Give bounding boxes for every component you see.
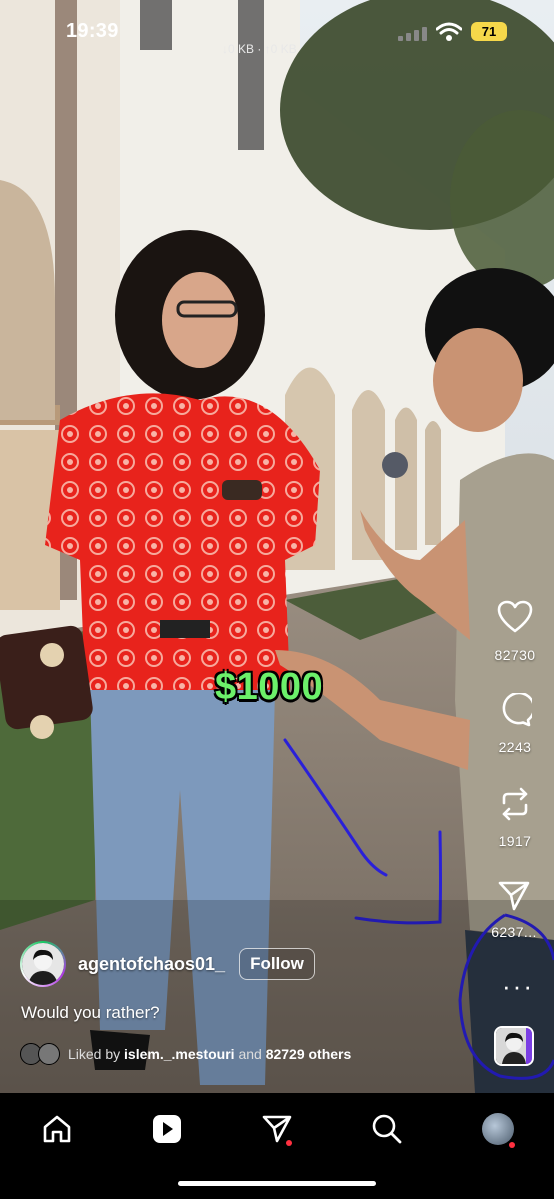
liked-by-others[interactable]: 82729 others: [266, 1046, 352, 1062]
video-overlay-text: $1000: [215, 666, 324, 708]
reels-icon: [153, 1115, 181, 1143]
like-count: 82730: [494, 647, 536, 663]
audio-avatar-icon: [496, 1028, 532, 1064]
post-author: agentofchaos01_ Follow: [20, 941, 315, 987]
share-button[interactable]: 6237...: [484, 880, 544, 940]
liked-by-and: and: [238, 1046, 262, 1062]
tab-home[interactable]: [37, 1109, 77, 1149]
tab-search[interactable]: [367, 1109, 407, 1149]
home-icon: [43, 1115, 71, 1143]
liked-by-row[interactable]: Liked by islem._.mestouri and 82729 othe…: [20, 1043, 351, 1065]
repost-count: 1917: [498, 833, 532, 849]
comment-button[interactable]: 2243: [485, 693, 545, 755]
liked-by-user[interactable]: islem._.mestouri: [124, 1046, 235, 1062]
profile-avatar: [482, 1113, 514, 1145]
tab-profile[interactable]: [478, 1109, 518, 1149]
post-caption[interactable]: Would you rather?: [21, 1003, 160, 1023]
author-avatar-icon: [22, 943, 64, 985]
liked-by-prefix: Liked by: [68, 1046, 121, 1062]
messages-notification-dot: [286, 1140, 292, 1146]
original-audio-thumbnail[interactable]: [494, 1026, 534, 1066]
author-username[interactable]: agentofchaos01_: [78, 954, 225, 975]
cellular-signal-icon: [398, 27, 427, 41]
home-indicator: [178, 1181, 376, 1186]
like-button[interactable]: 82730: [485, 600, 545, 663]
author-avatar[interactable]: [20, 941, 66, 987]
wifi-icon: [436, 22, 462, 41]
network-speed: ↓0 KB · ↑0 KB: [222, 42, 297, 56]
more-options-icon[interactable]: ···: [502, 973, 534, 999]
tab-reels[interactable]: [147, 1109, 187, 1149]
profile-notification-dot: [509, 1142, 515, 1148]
send-icon: [498, 881, 530, 911]
video-frame: [0, 0, 554, 1093]
status-time: 19:39: [66, 20, 119, 42]
repost-button[interactable]: 1917: [485, 786, 545, 849]
liker-avatar: [38, 1043, 60, 1065]
liker-avatars: [20, 1043, 60, 1065]
reel-video[interactable]: 19:39 ↓0 KB · ↑0 KB 71 $1000 82730 2243: [0, 0, 554, 1093]
repost-icon: [502, 787, 528, 821]
tab-messages[interactable]: [257, 1109, 297, 1149]
status-bar: 19:39 ↓0 KB · ↑0 KB 71: [0, 0, 554, 64]
follow-button[interactable]: Follow: [239, 948, 315, 980]
comment-count: 2243: [498, 739, 532, 755]
heart-icon: [497, 600, 533, 633]
search-icon: [372, 1114, 402, 1144]
comment-icon: [502, 693, 532, 727]
share-count: 6237...: [491, 924, 537, 940]
battery-indicator: 71: [471, 22, 507, 41]
